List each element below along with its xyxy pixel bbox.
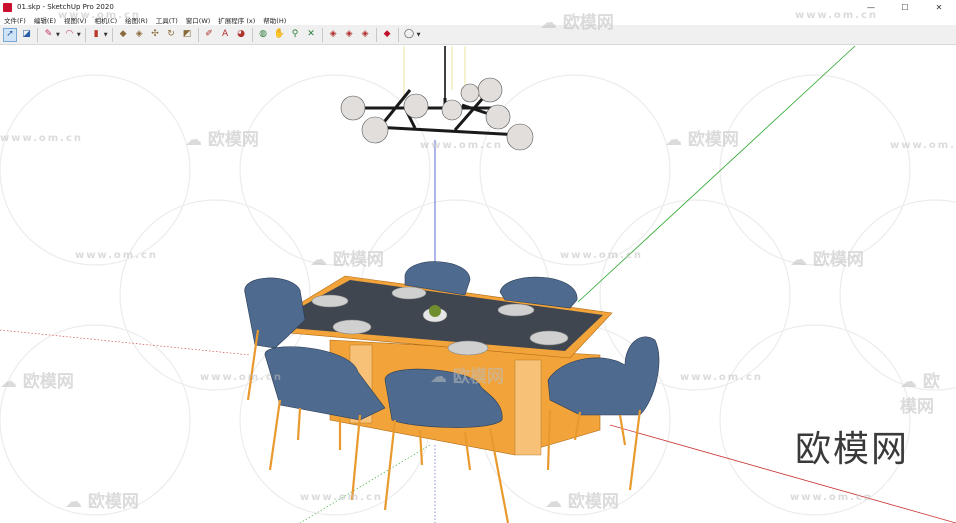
watermark-brand-text: ☁ 欧模网 (665, 130, 739, 150)
tape-measure-icon[interactable]: ✐ (203, 28, 216, 41)
green-axis-dotted (299, 444, 431, 523)
watermark-brand-text: ☁ 欧模网 (65, 492, 139, 512)
toolbar-separator (321, 27, 323, 42)
layout-icon[interactable]: ◈ (359, 28, 372, 41)
menu-edit[interactable]: 编辑(E) (34, 15, 56, 25)
watermark-url-text: www.om.cn (420, 140, 504, 151)
chevron-down-icon[interactable]: ▼ (77, 32, 81, 38)
watermark-brand-text: ☁ 欧模网 (790, 250, 864, 270)
orbit-icon[interactable]: ◍ (257, 28, 270, 41)
select-arrow-icon[interactable]: ➚ (3, 27, 17, 42)
menu-tools[interactable]: 工具(T) (156, 15, 178, 25)
watermark-url-text: www.om.cn (795, 10, 879, 21)
watermark-url-text: www.om.cn (58, 10, 142, 21)
watermark-brand-text: ☁ 欧模网 (540, 13, 614, 33)
toolbar-separator (111, 27, 113, 42)
watermark-brand-large: 欧模网 (795, 429, 910, 470)
toolbar-separator (397, 27, 399, 42)
watermark-brand-text: ☁ 欧模网 (545, 492, 619, 512)
arc-icon[interactable]: ◠ (63, 28, 76, 41)
chevron-down-icon[interactable]: ▼ (417, 32, 421, 38)
watermark-brand-text: ☁ 欧模网 (0, 372, 74, 392)
paint-bucket-icon[interactable]: ◕ (235, 28, 248, 41)
toolbar-separator (84, 27, 86, 42)
watermark-brand-text: ☁ 欧模网 (430, 367, 504, 387)
menu-file[interactable]: 文件(F) (4, 15, 26, 25)
toolbar-separator (251, 27, 253, 42)
close-button[interactable]: ✕ (922, 0, 956, 14)
zoom-extents-icon[interactable]: ✕ (305, 28, 318, 41)
watermark-url-text: www.om.cn (200, 372, 284, 383)
3d-warehouse-icon[interactable]: ◈ (327, 28, 340, 41)
menu-extensions[interactable]: 扩展程序 (x) (218, 15, 255, 25)
menu-window[interactable]: 窗口(W) (186, 15, 211, 25)
red-axis-dotted (0, 329, 251, 356)
watermark-url-text: www.om.cn (560, 250, 644, 261)
push-pull-icon[interactable]: ◆ (117, 28, 130, 41)
toolbar-separator (37, 27, 38, 42)
shape-rectangle-icon[interactable]: ▮ (90, 28, 103, 41)
chevron-down-icon[interactable]: ▼ (104, 32, 108, 38)
sketchup-app-icon (3, 2, 12, 12)
menu-help[interactable]: 帮助(H) (263, 15, 286, 25)
watermark-url-text: www.om.cn (75, 250, 159, 261)
watermark-url-text: www.om.cn (890, 140, 956, 151)
watermark-url-text: www.om.cn (790, 492, 874, 503)
pencil-line-icon[interactable]: ✎ (42, 28, 55, 41)
watermark-url-text: www.om.cn (300, 492, 384, 503)
scale-icon[interactable]: ◩ (181, 28, 194, 41)
ruby-icon[interactable]: ◆ (381, 28, 394, 41)
user-account-icon[interactable]: ◯ (403, 28, 416, 41)
main-toolbar: ➚ ◪ ✎ ▼ ◠ ▼ ▮ ▼ ◆ ◈ ✣ ↻ ◩ ✐ A ◕ ◍ ✋ ⚲ ✕ ◈ ◈ ◈ ◆ ◯ ▼ (0, 25, 956, 45)
pan-icon[interactable]: ✋ (273, 28, 286, 41)
watermark-brand-text: ☁ 欧模网 (185, 130, 259, 150)
chandelier-wires (403, 46, 466, 100)
watermark-brand-text: ☁ 欧模网 (310, 250, 384, 270)
offset-icon[interactable]: ◈ (133, 28, 146, 41)
zoom-icon[interactable]: ⚲ (289, 28, 302, 41)
toolbar-separator (197, 27, 199, 42)
chevron-down-icon[interactable]: ▼ (56, 32, 60, 38)
move-icon[interactable]: ✣ (149, 28, 162, 41)
text-label-icon[interactable]: A (219, 28, 232, 41)
extension-warehouse-icon[interactable]: ◈ (343, 28, 356, 41)
maximize-button[interactable]: ☐ (888, 0, 922, 14)
eraser-icon[interactable]: ◪ (20, 28, 33, 41)
watermark-url-text: www.om.cn (0, 133, 84, 144)
rotate-icon[interactable]: ↻ (165, 28, 178, 41)
toolbar-separator (375, 27, 377, 42)
watermark-url-text: www.om.cn (680, 372, 764, 383)
watermark-brand-text: ☁ 欧模网 (900, 372, 940, 417)
